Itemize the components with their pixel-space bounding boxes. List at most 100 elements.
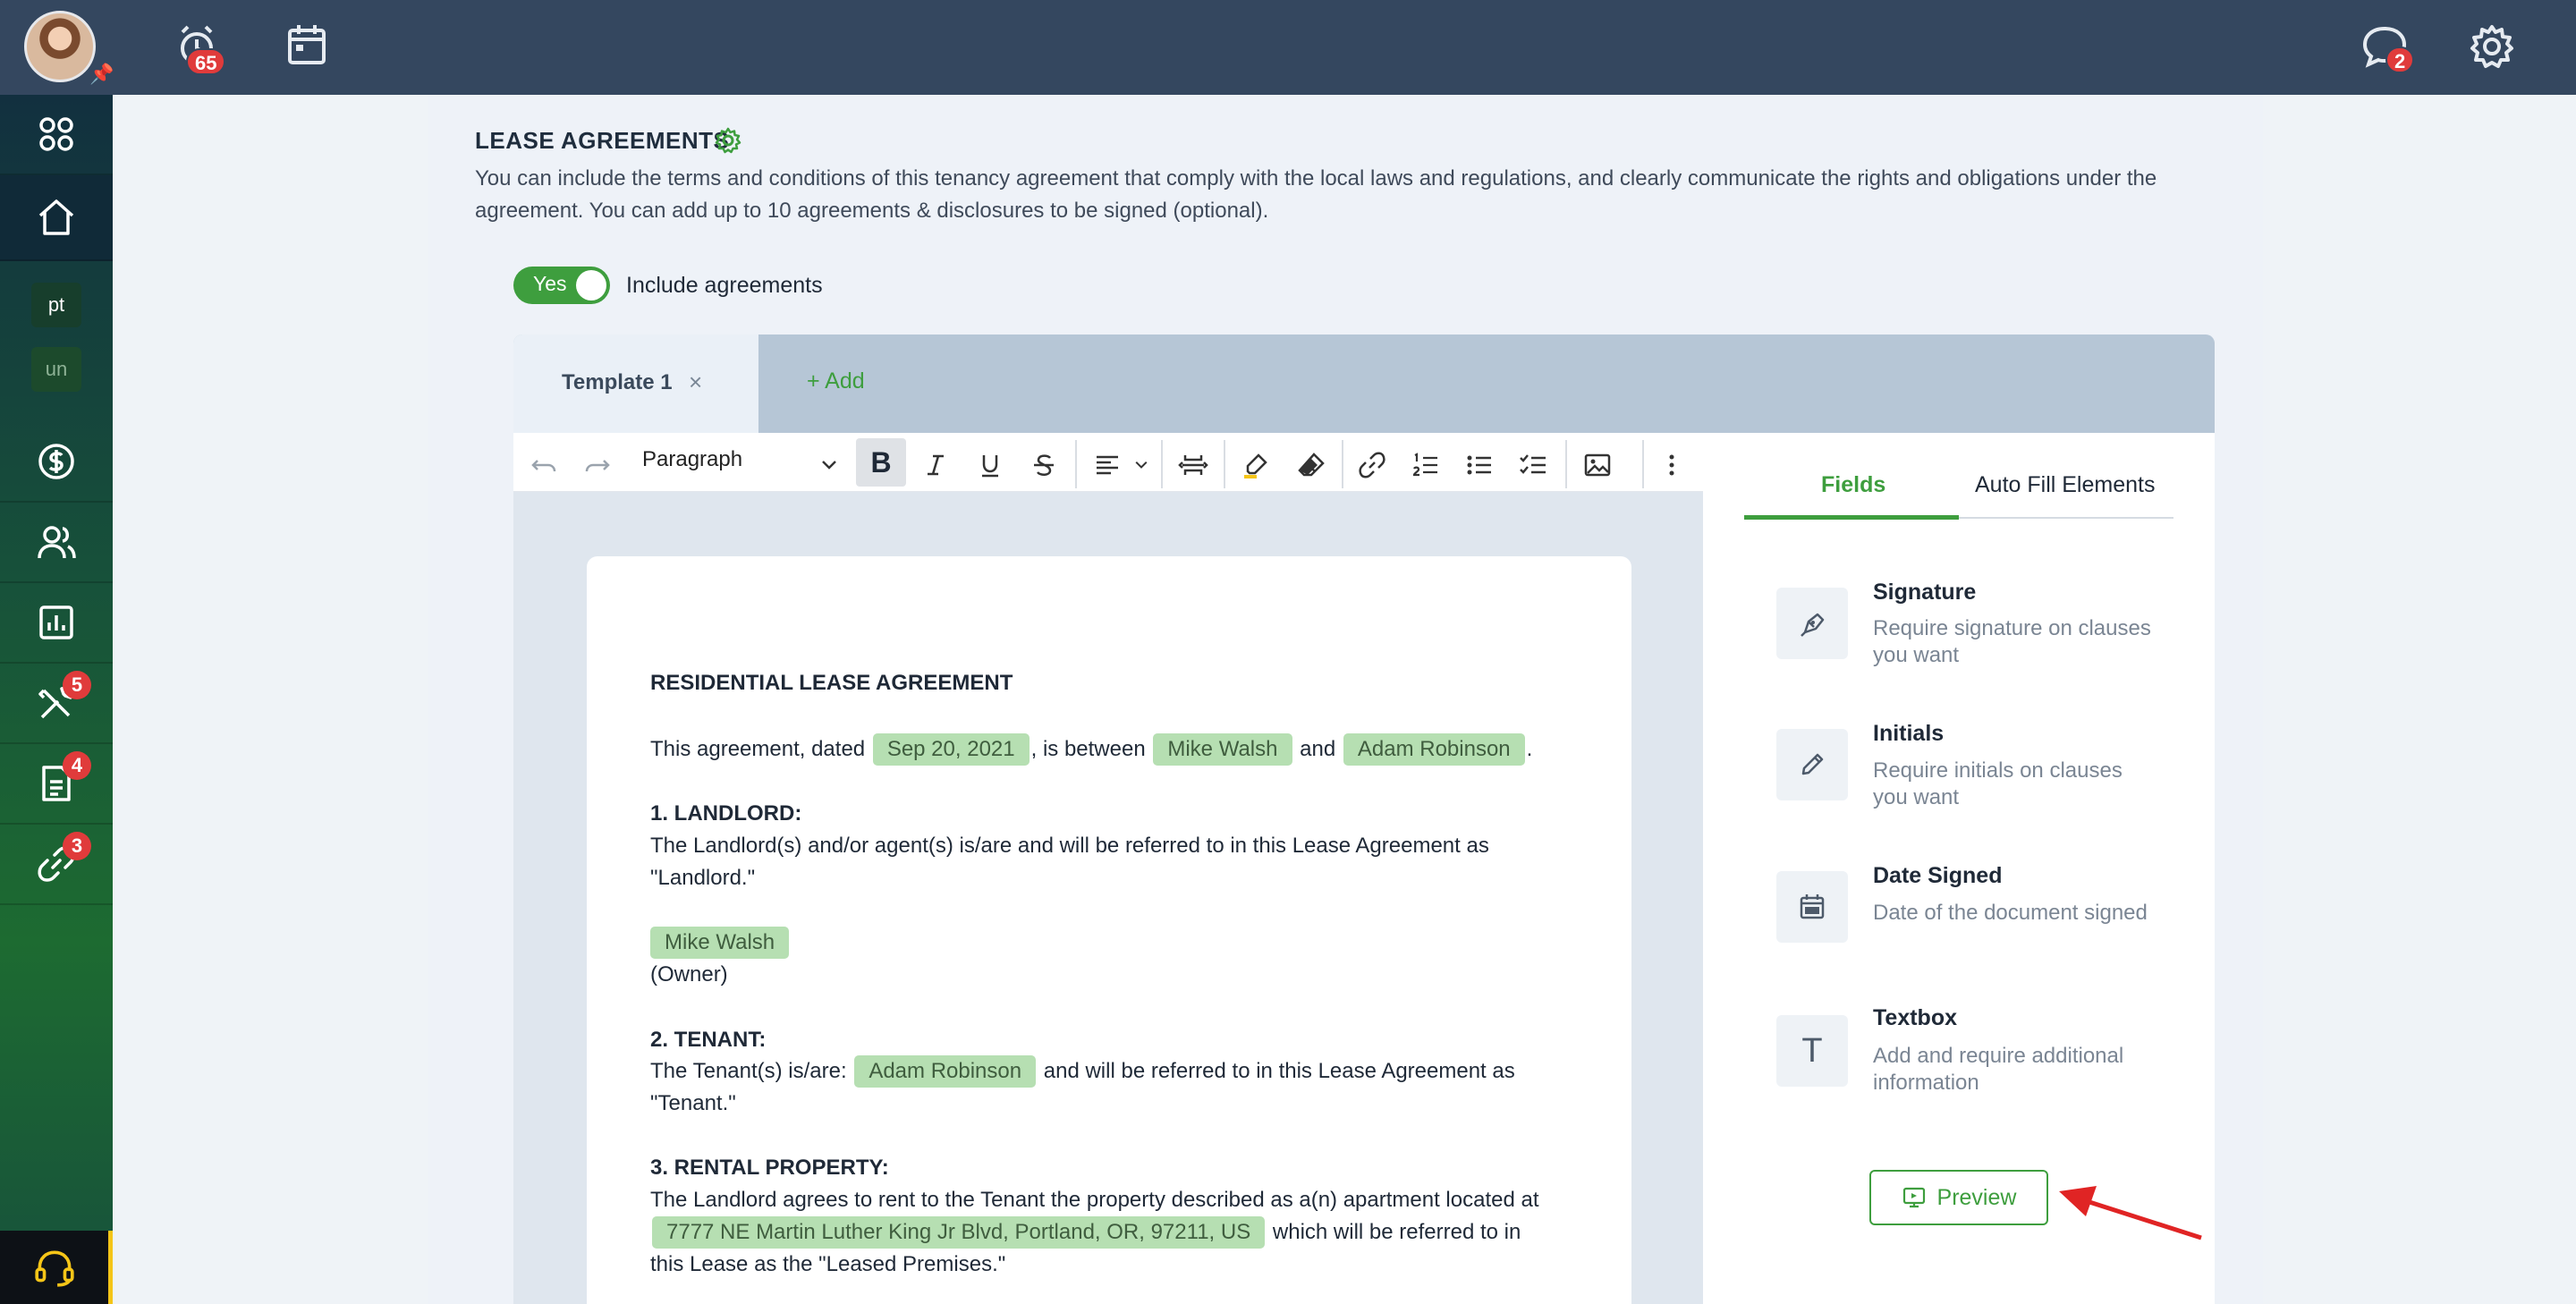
image-insert-icon[interactable]	[1580, 447, 1615, 483]
sidebar-item-finance[interactable]	[0, 422, 113, 503]
monitor-play-icon	[1902, 1187, 1925, 1208]
link-insert-icon[interactable]	[1354, 447, 1390, 483]
document-intro: This agreement, dated Sep 20, 2021, is b…	[650, 733, 1572, 766]
toggle-state-label: Yes	[533, 272, 567, 295]
tenant-field-chip[interactable]: Adam Robinson	[854, 1055, 1037, 1088]
initials-field-desc: Require initials on clauses you want	[1873, 758, 2123, 809]
italic-icon[interactable]	[918, 447, 953, 483]
preview-button[interactable]: Preview	[1869, 1170, 2048, 1225]
tab-auto-fill-elements[interactable]: Auto Fill Elements	[1975, 472, 2155, 498]
underline-icon[interactable]	[972, 447, 1008, 483]
pen-nib-icon	[1801, 613, 1825, 637]
toolbar-divider	[1342, 440, 1343, 488]
chevron-down-icon[interactable]	[814, 447, 844, 483]
signature-field-icon[interactable]	[1776, 588, 1848, 659]
date-field-chip[interactable]: Sep 20, 2021	[872, 733, 1030, 766]
date-signed-field-desc: Date of the document signed	[1873, 901, 2148, 925]
intro-text: , is between	[1030, 737, 1152, 761]
undo-icon[interactable]	[526, 447, 562, 483]
section-landlord-text: The Landlord(s) and/or agent(s) is/are a…	[650, 834, 1489, 890]
address-field-chip[interactable]: 7777 NE Martin Luther King Jr Blvd, Port…	[652, 1216, 1266, 1249]
highlighter-icon[interactable]	[1238, 447, 1274, 483]
sidebar-item-home[interactable]	[0, 175, 113, 261]
red-arrow-annotation	[2059, 1186, 2202, 1240]
owner-label: (Owner)	[650, 962, 728, 986]
signature-field-title[interactable]: Signature	[1873, 580, 1976, 605]
more-vertical-icon[interactable]	[1657, 447, 1687, 483]
sidebar-item-documents[interactable]: 4	[0, 744, 113, 825]
document-title: RESIDENTIAL LEASE AGREEMENT	[650, 671, 1013, 695]
tools-badge: 5	[63, 671, 91, 699]
alerts-badge: 65	[186, 48, 226, 75]
apps-grid-icon	[39, 117, 73, 151]
bold-button[interactable]: B	[856, 438, 906, 487]
chat-badge: 2	[2385, 47, 2415, 73]
gear-icon[interactable]	[2465, 20, 2519, 73]
sidebar-tag-pt[interactable]: pt	[31, 283, 81, 327]
tab-template-1-label: Template 1	[562, 370, 673, 394]
toolbar-divider	[1565, 440, 1567, 488]
links-badge: 3	[63, 832, 91, 860]
initials-field-icon[interactable]	[1776, 729, 1848, 800]
sidebar-item-tools[interactable]: 5	[0, 664, 113, 744]
redo-icon[interactable]	[580, 447, 615, 483]
bullet-list-icon[interactable]	[1462, 447, 1497, 483]
tab-close-icon[interactable]: ×	[689, 368, 702, 396]
sidebar-tag-un[interactable]: un	[31, 347, 81, 392]
preview-button-label: Preview	[1936, 1184, 2017, 1210]
section-property-text: The Landlord agrees to rent to the Tenan…	[650, 1184, 1554, 1281]
sidebar-item-reports[interactable]	[0, 583, 113, 664]
documents-badge: 4	[63, 751, 91, 780]
panel-tab-active-underline	[1744, 515, 1959, 520]
section-tenant-text: The Tenant(s) is/are: Adam Robinson and …	[650, 1055, 1554, 1120]
include-agreements-toggle[interactable]: Yes	[513, 267, 610, 304]
sidebar-item-links[interactable]: 3	[0, 825, 113, 905]
toggle-knob	[576, 270, 606, 301]
landlord-name-block: Mike Walsh	[650, 927, 790, 959]
intro-text: and	[1293, 737, 1342, 761]
paragraph-style-select[interactable]: Paragraph	[642, 447, 742, 472]
dollar-circle-icon	[38, 444, 74, 479]
add-template-button[interactable]: + Add	[807, 368, 865, 394]
sidebar-item-people[interactable]	[0, 503, 113, 583]
numbered-list-icon[interactable]	[1408, 447, 1444, 483]
initials-field-title[interactable]: Initials	[1873, 721, 1944, 747]
landlord-field-chip[interactable]: Mike Walsh	[650, 927, 790, 959]
eraser-icon[interactable]	[1293, 447, 1329, 483]
checklist-icon[interactable]	[1515, 447, 1551, 483]
toolbar-divider	[1224, 440, 1225, 488]
date-signed-field-icon[interactable]	[1776, 871, 1848, 943]
align-chevron-down-icon[interactable]	[1129, 447, 1154, 483]
headset-icon	[34, 1250, 74, 1287]
top-bar: 📌 65 2	[0, 0, 2576, 95]
section-settings-icon[interactable]	[714, 126, 742, 155]
include-agreements-label: Include agreements	[626, 273, 823, 298]
bar-chart-icon	[39, 605, 73, 639]
pencil-icon	[1801, 753, 1824, 775]
text-t-icon: T	[1801, 1031, 1823, 1070]
template-tab-bar	[513, 334, 2215, 433]
date-signed-field-title[interactable]: Date Signed	[1873, 863, 2002, 889]
sidebar: pt un 5 4 3	[0, 95, 113, 1304]
calendar-icon[interactable]	[281, 20, 335, 73]
toolbar-divider	[1642, 440, 1644, 488]
calendar-icon	[1800, 894, 1825, 919]
sidebar-item-apps[interactable]	[0, 95, 113, 175]
property-text: The Landlord agrees to rent to the Tenan…	[650, 1188, 1539, 1212]
intro-text: .	[1526, 737, 1533, 761]
landlord-field-chip[interactable]: Mike Walsh	[1153, 733, 1292, 766]
section-property-title: 3. RENTAL PROPERTY:	[650, 1156, 889, 1180]
section-tenant-title: 2. TENANT:	[650, 1028, 767, 1052]
people-icon	[38, 526, 76, 559]
avatar[interactable]	[24, 11, 96, 82]
tenant-field-chip[interactable]: Adam Robinson	[1343, 733, 1525, 766]
strikethrough-icon[interactable]	[1026, 447, 1062, 483]
textbox-field-icon[interactable]: T	[1776, 1015, 1848, 1087]
pin-icon: 📌	[89, 63, 114, 85]
textbox-field-title[interactable]: Textbox	[1873, 1005, 1957, 1031]
tab-fields[interactable]: Fields	[1821, 472, 1885, 498]
signature-field-desc: Require signature on clauses you want	[1873, 616, 2151, 667]
sidebar-item-support[interactable]	[0, 1231, 113, 1304]
page-break-icon[interactable]	[1175, 447, 1211, 483]
align-icon[interactable]	[1089, 447, 1125, 483]
